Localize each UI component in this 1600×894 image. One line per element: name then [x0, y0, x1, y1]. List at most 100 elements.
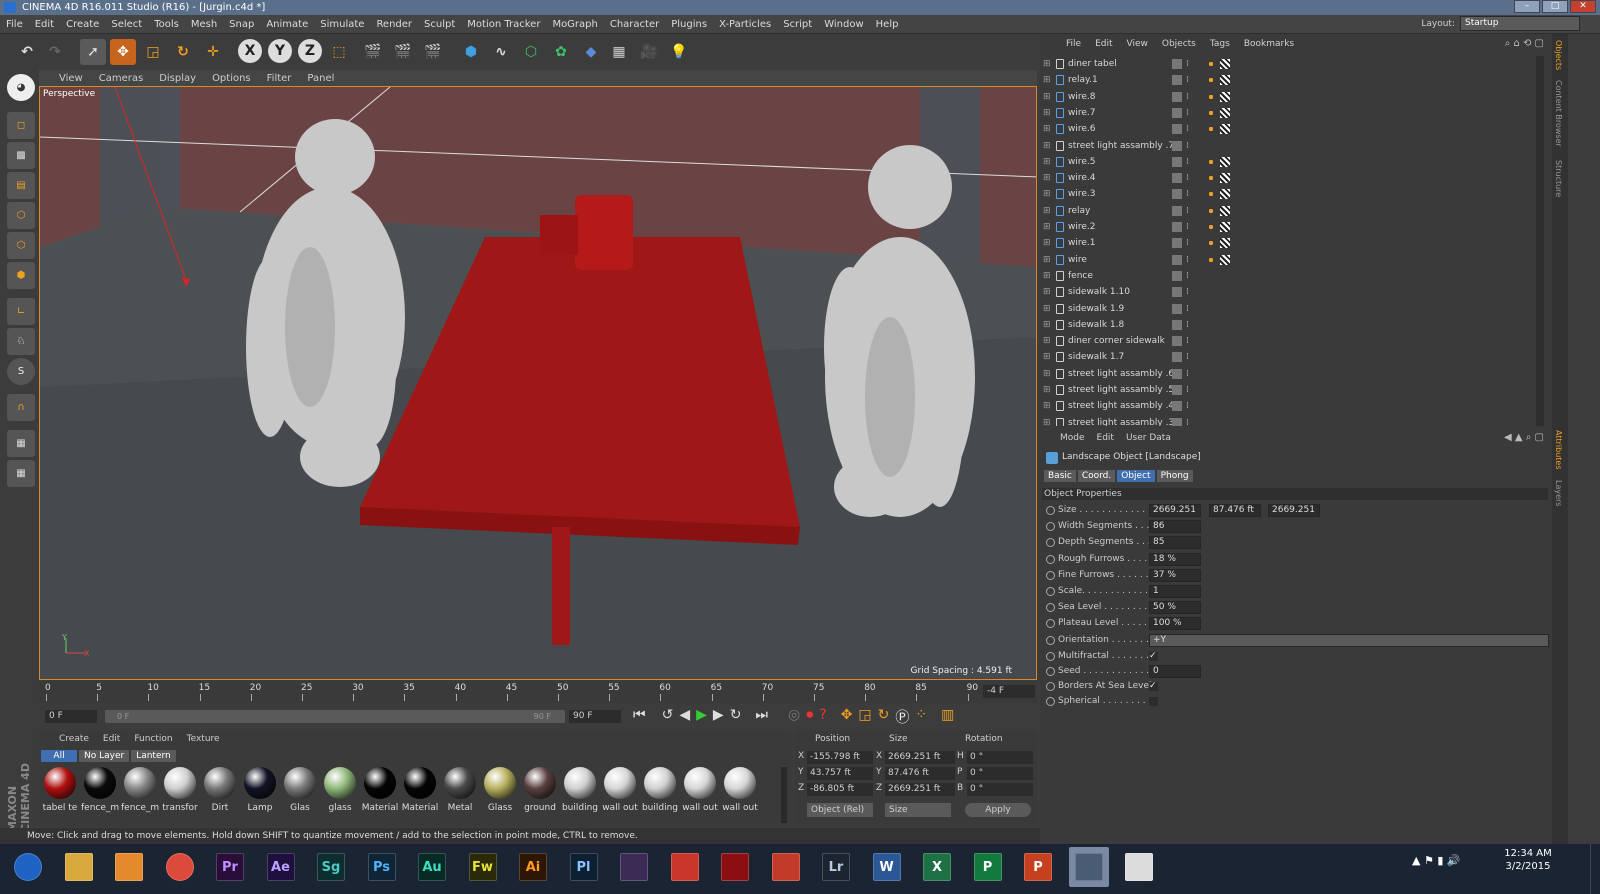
layer-visibility-icon[interactable] — [1172, 352, 1182, 363]
cube-icon[interactable]: ⬢ — [458, 39, 484, 65]
maximize-button[interactable]: □ — [1542, 0, 1568, 13]
select-tool-icon[interactable]: ➚ — [80, 39, 106, 65]
layer-visibility-icon[interactable] — [1172, 173, 1182, 184]
coordinate-system-icon[interactable]: ⬚ — [326, 39, 352, 65]
tab-phong[interactable]: Phong — [1156, 470, 1193, 482]
object-name[interactable]: street light assambly .4 — [1068, 398, 1174, 414]
taskbar-photoshop-icon[interactable]: Ps — [362, 847, 402, 887]
material-swatch[interactable]: wall out — [721, 767, 759, 819]
texture-tag-icon[interactable] — [1220, 156, 1230, 167]
expand-icon[interactable]: ⊞ — [1043, 170, 1051, 186]
attribute-menu-mode[interactable]: Mode — [1060, 433, 1085, 443]
play-icon[interactable]: ▶ — [696, 707, 707, 727]
layer-visibility-icon[interactable] — [1172, 156, 1182, 167]
menu-file[interactable]: File — [6, 19, 23, 30]
expand-icon[interactable]: ⊞ — [1043, 121, 1051, 137]
object-name[interactable]: wire.4 — [1068, 170, 1096, 186]
coord-size-field[interactable]: 2669.251 ft — [885, 751, 955, 764]
render-settings-icon[interactable]: 🎬 — [420, 39, 446, 65]
coord-size-field[interactable]: 2669.251 ft — [885, 783, 955, 796]
render-visibility-dots[interactable]: ⁞ — [1186, 72, 1189, 88]
material-swatch[interactable]: building — [561, 767, 599, 819]
render-picture-viewer-icon[interactable]: 🎬 — [390, 39, 416, 65]
texture-tag-icon[interactable] — [1220, 205, 1230, 216]
render-visibility-dots[interactable]: ⁞ — [1186, 366, 1189, 382]
redo-icon[interactable]: ↷ — [42, 39, 68, 65]
rotate-tool-icon[interactable]: ↻ — [170, 39, 196, 65]
taskbar-app-last-icon[interactable] — [1119, 847, 1159, 887]
viewport-menu-view[interactable]: View — [59, 73, 83, 84]
magnet-icon[interactable]: ∩ — [7, 394, 35, 421]
object-row[interactable]: ⊞ street light assambly .5 ⁞ — [1040, 382, 1540, 398]
layer-visibility-icon[interactable] — [1172, 91, 1182, 102]
object-name[interactable]: relay — [1068, 203, 1090, 219]
object-name[interactable]: wire.8 — [1068, 89, 1096, 105]
menu-sculpt[interactable]: Sculpt — [424, 19, 455, 30]
attribute-value[interactable]: 100 % — [1149, 617, 1201, 631]
previous-frame-icon[interactable]: ◀ — [679, 707, 690, 727]
coord-position-field[interactable]: 43.757 ft — [807, 767, 873, 780]
animate-param-icon[interactable] — [1046, 522, 1055, 532]
attribute-value-extra[interactable]: 87.476 ft — [1209, 504, 1261, 517]
object-row[interactable]: ⊞ wire.4 ⁞ — [1040, 170, 1540, 186]
expand-icon[interactable]: ⊞ — [1043, 349, 1051, 365]
layer-visibility-icon[interactable] — [1172, 319, 1182, 330]
deformer-icon[interactable]: ◆ — [578, 39, 604, 65]
object-name[interactable]: wire.1 — [1068, 235, 1096, 251]
attribute-menu-user-data[interactable]: User Data — [1126, 433, 1171, 443]
taskbar-acrobat-icon[interactable] — [665, 847, 705, 887]
coord-rotation-field[interactable]: 0 ° — [967, 767, 1033, 780]
menu-help[interactable]: Help — [876, 19, 899, 30]
texture-tag-icon[interactable] — [1220, 238, 1230, 249]
render-visibility-dots[interactable]: ⁞ — [1186, 56, 1189, 72]
workplane-icon[interactable]: ▦ — [7, 430, 35, 457]
object-menu-bookmarks[interactable]: Bookmarks — [1244, 39, 1294, 49]
expand-icon[interactable]: ⊞ — [1043, 89, 1051, 105]
attribute-checkbox[interactable] — [1149, 697, 1158, 707]
object-menu-tags[interactable]: Tags — [1210, 39, 1230, 49]
object-name[interactable]: sidewalk 1.7 — [1068, 349, 1124, 365]
menu-window[interactable]: Window — [824, 19, 863, 30]
camera-icon[interactable]: 🎥 — [636, 39, 662, 65]
record-auto-icon[interactable]: ◎ — [788, 707, 800, 727]
animate-param-icon[interactable] — [1046, 635, 1055, 645]
object-row[interactable]: ⊞ street light assambly .6 ⁞ — [1040, 366, 1540, 382]
tag-icon[interactable] — [1206, 254, 1216, 265]
menu-simulate[interactable]: Simulate — [320, 19, 364, 30]
timeline-ruler[interactable]: 0 5 10 15 20 25 30 35 40 45 50 55 60 65 70 75 80 85 90 -4 … — [39, 681, 1037, 703]
key-pla-icon[interactable]: ⁘ — [915, 707, 927, 727]
object-row[interactable]: ⊞ fence ⁞ — [1040, 268, 1540, 284]
end-frame-field[interactable]: 90 F — [569, 710, 621, 723]
coord-mode-dropdown[interactable]: Object (Rel) — [807, 803, 873, 817]
taskbar-audition-icon[interactable]: Au — [412, 847, 452, 887]
texture-tag-icon[interactable] — [1220, 124, 1230, 135]
menu-animate[interactable]: Animate — [266, 19, 308, 30]
taskbar-media-icon[interactable] — [109, 847, 149, 887]
spline-pen-icon[interactable]: ∿ — [488, 39, 514, 65]
start-frame-field[interactable]: 0 F — [45, 710, 97, 723]
layout-dropdown[interactable]: Startup — [1460, 16, 1580, 31]
expand-icon[interactable]: ⊞ — [1043, 235, 1051, 251]
tag-icon[interactable] — [1206, 91, 1216, 102]
object-name[interactable]: sidewalk 1.10 — [1068, 284, 1130, 300]
material-scrollbar[interactable] — [781, 767, 787, 823]
object-name[interactable]: wire.7 — [1068, 105, 1096, 121]
object-name[interactable]: wire.5 — [1068, 154, 1096, 170]
material-swatch[interactable]: fence_m — [121, 767, 159, 819]
object-row[interactable]: ⊞ wire.6 ⁞ — [1040, 121, 1540, 137]
tab-object[interactable]: Object — [1117, 470, 1155, 482]
expand-icon[interactable]: ⊞ — [1043, 382, 1051, 398]
tag-icon[interactable] — [1206, 238, 1216, 249]
light-icon[interactable]: 💡 — [666, 39, 692, 65]
object-menu-objects[interactable]: Objects — [1162, 39, 1196, 49]
render-visibility-dots[interactable]: ⁞ — [1186, 121, 1189, 137]
texture-mode-icon[interactable]: ▩ — [7, 142, 35, 169]
material-swatch[interactable]: Material — [401, 767, 439, 819]
texture-tag-icon[interactable] — [1220, 59, 1230, 69]
menu-mesh[interactable]: Mesh — [191, 19, 217, 30]
expand-icon[interactable]: ⊞ — [1043, 415, 1051, 426]
attribute-value[interactable]: 0 — [1149, 665, 1201, 678]
attribute-value[interactable]: 37 % — [1149, 568, 1201, 582]
object-row[interactable]: ⊞ diner corner sidewalk ⁞ — [1040, 333, 1540, 349]
layer-visibility-icon[interactable] — [1172, 368, 1182, 379]
